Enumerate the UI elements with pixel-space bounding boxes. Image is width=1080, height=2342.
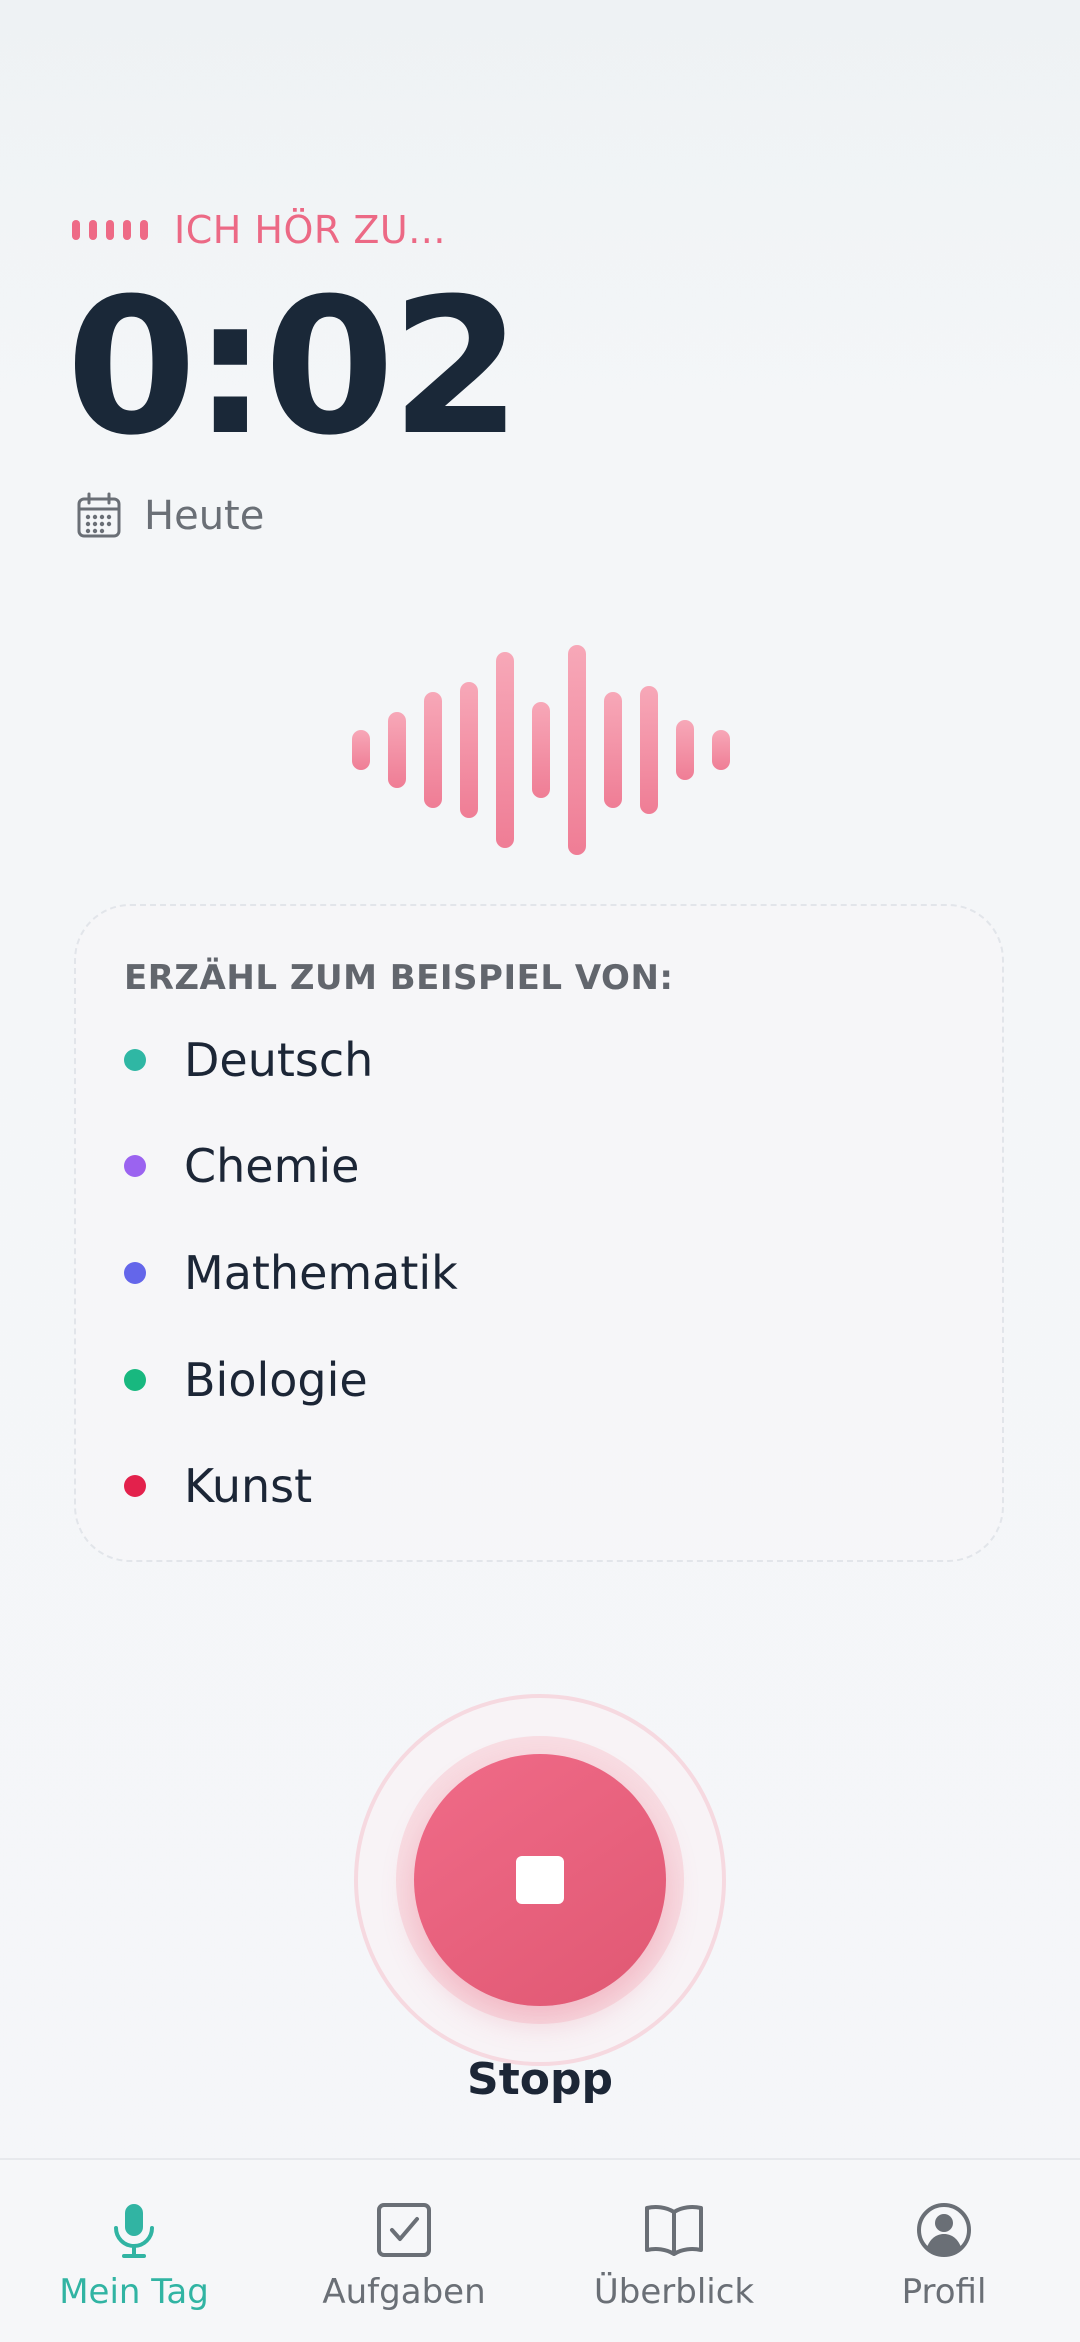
nav-label: Aufgaben: [322, 2272, 486, 2312]
subject-label: Mathematik: [184, 1246, 458, 1300]
waveform-bar: [496, 652, 514, 848]
waveform-bar: [712, 730, 730, 770]
subject-label: Deutsch: [184, 1033, 374, 1087]
subject-label: Kunst: [184, 1459, 313, 1513]
book-icon: [645, 2205, 703, 2256]
checkbox-icon: [377, 2203, 431, 2257]
microphone-icon: [114, 2204, 154, 2258]
listening-indicator: ICH HÖR ZU...: [72, 204, 446, 256]
subject-dot: [124, 1049, 146, 1071]
waveform-bar: [640, 686, 658, 814]
subject-dot: [124, 1262, 146, 1284]
subject-label: Chemie: [184, 1139, 360, 1193]
listening-label: ICH HÖR ZU...: [174, 208, 446, 252]
waveform-bar: [460, 682, 478, 818]
subject-dot: [124, 1155, 146, 1177]
nav-item-ueberblick[interactable]: Überblick: [564, 2200, 784, 2320]
stop-button[interactable]: [414, 1754, 666, 2006]
waveform-bar: [676, 720, 694, 780]
waveform-bar: [604, 692, 622, 808]
suggestions-card: ERZÄHL ZUM BEISPIEL VON: Deutsch Chemie …: [74, 904, 1004, 1562]
nav-label: Mein Tag: [59, 2272, 209, 2312]
suggestions-title: ERZÄHL ZUM BEISPIEL VON:: [124, 958, 674, 998]
list-item-biologie: Biologie: [124, 1350, 368, 1410]
bottom-nav: Mein Tag Aufgaben Überblick Profil: [0, 2158, 1080, 2342]
waveform-bar: [388, 712, 406, 788]
nav-item-profil[interactable]: Profil: [834, 2200, 1054, 2320]
nav-label: Profil: [901, 2272, 987, 2312]
list-item-deutsch: Deutsch: [124, 1030, 373, 1090]
nav-item-mein-tag[interactable]: Mein Tag: [24, 2200, 244, 2320]
list-item-kunst: Kunst: [124, 1456, 312, 1516]
subject-dot: [124, 1475, 146, 1497]
stop-icon: [516, 1856, 564, 1904]
nav-item-aufgaben[interactable]: Aufgaben: [294, 2200, 514, 2320]
stop-button-label: Stopp: [467, 2054, 613, 2105]
waveform-bar: [532, 702, 550, 798]
subject-label: Biologie: [184, 1353, 368, 1407]
waveform-bar: [352, 730, 370, 770]
audio-waveform: [352, 645, 730, 855]
mini-waveform-icon: [72, 220, 148, 240]
list-item-mathematik: Mathematik: [124, 1243, 458, 1303]
subject-dot: [124, 1369, 146, 1391]
recording-timer: 0:02: [66, 258, 522, 477]
nav-label: Überblick: [593, 2272, 755, 2312]
date-row: Heute: [74, 488, 264, 544]
list-item-chemie: Chemie: [124, 1136, 359, 1196]
date-label: Heute: [144, 493, 265, 539]
waveform-bar: [424, 692, 442, 808]
waveform-bar: [568, 645, 586, 855]
user-circle-icon: [917, 2203, 971, 2257]
calendar-icon: [77, 492, 121, 538]
